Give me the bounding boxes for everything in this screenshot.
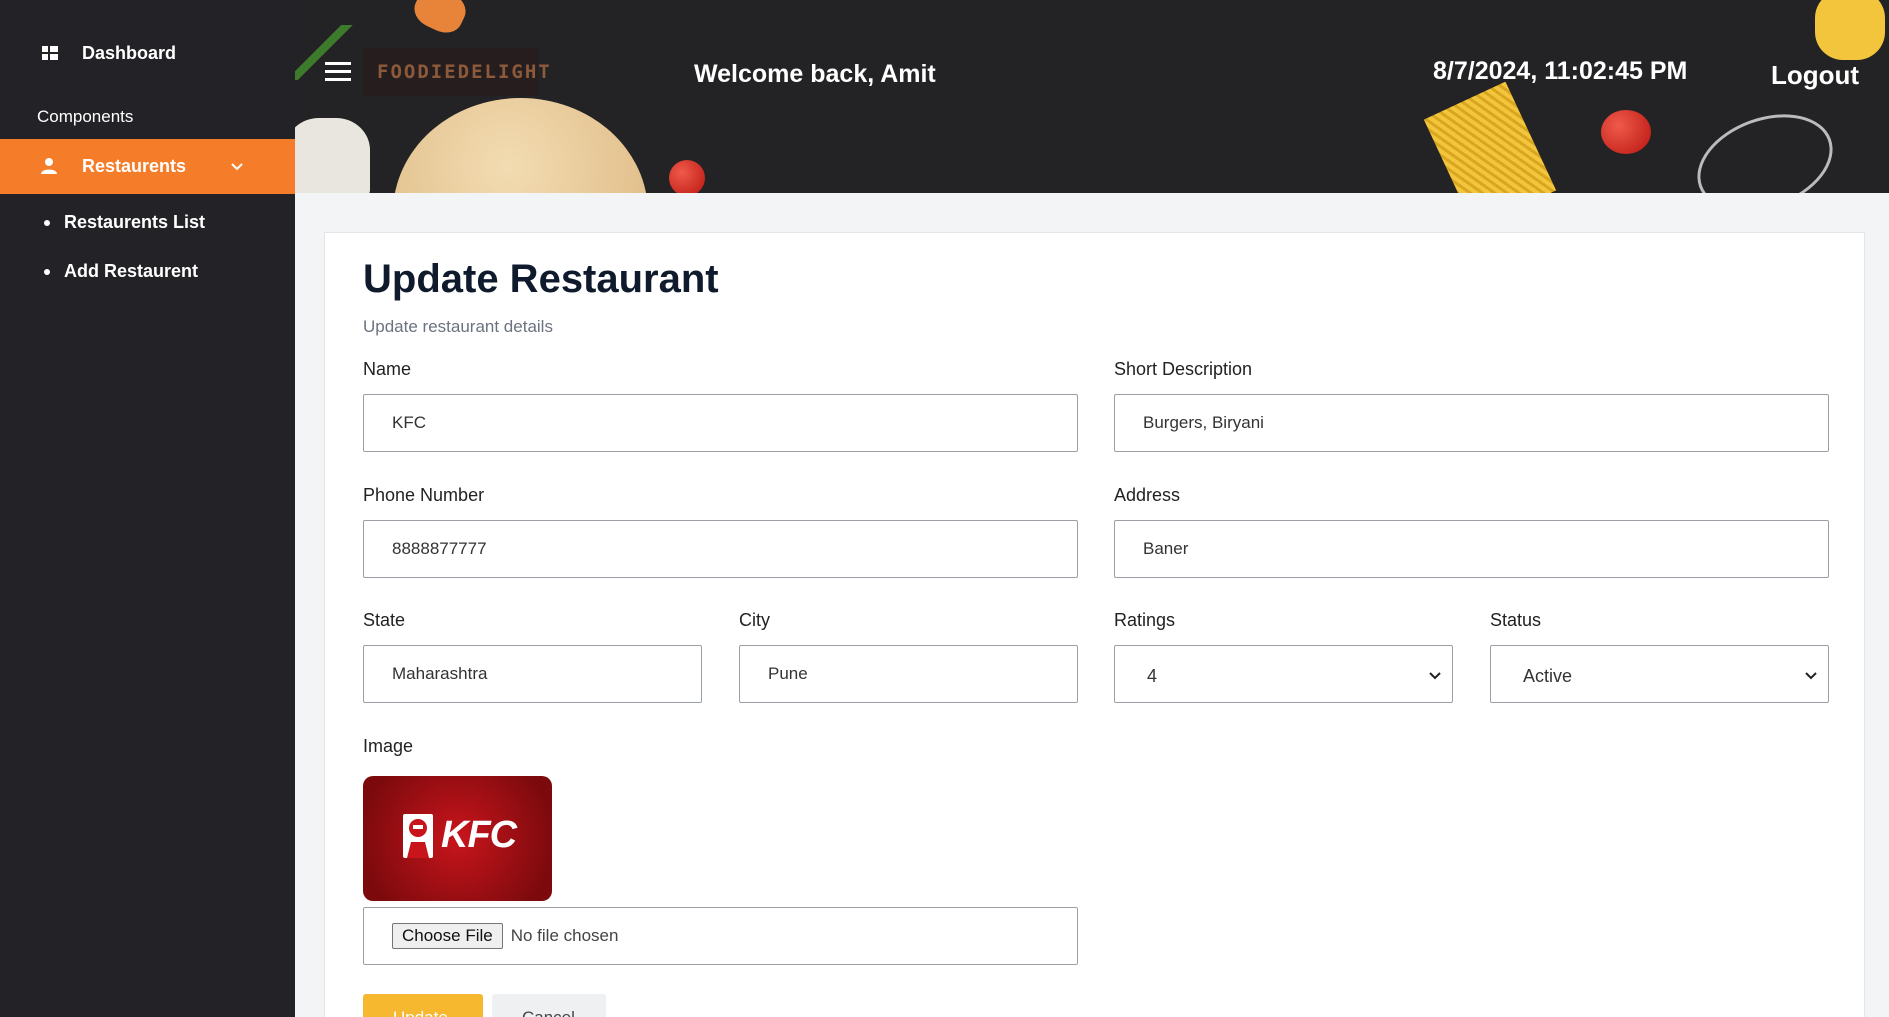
tomato-decoration xyxy=(669,160,705,193)
choose-file-button[interactable]: Choose File xyxy=(392,923,503,949)
chevron-down-icon xyxy=(1805,672,1817,680)
city-input[interactable]: Pune xyxy=(739,645,1078,703)
welcome-message: Welcome back, Amit xyxy=(694,60,936,88)
sidebar-item-label: Restaurents xyxy=(82,156,187,176)
sidebar-subitem-label: Add Restaurent xyxy=(64,261,199,281)
spaghetti-decoration xyxy=(1423,81,1557,193)
milk-decoration xyxy=(295,118,370,193)
top-header: FOODIEDELIGHT Welcome back, Amit 8/7/202… xyxy=(295,0,1889,193)
sidebar: Dashboard Components Restaurents Restaur… xyxy=(0,0,295,1017)
short-description-label: Short Description xyxy=(1114,359,1253,379)
hamburger-menu-icon[interactable] xyxy=(325,62,351,82)
dashboard-icon xyxy=(42,46,58,60)
image-file-input[interactable]: Choose File No file chosen xyxy=(363,907,1078,965)
kfc-logo-text: KFC xyxy=(441,814,517,856)
address-label: Address xyxy=(1114,485,1181,505)
user-icon xyxy=(41,158,57,174)
chevron-down-icon xyxy=(231,163,243,171)
pasta-decoration xyxy=(1815,0,1885,60)
kfc-colonel-logo xyxy=(403,814,433,858)
update-button[interactable]: Update xyxy=(363,994,483,1017)
name-label: Name xyxy=(363,359,412,379)
state-label: State xyxy=(363,610,406,630)
brand-name: FOODIEDELIGHT xyxy=(377,61,552,83)
short-description-input[interactable]: Burgers, Biryani xyxy=(1114,394,1829,452)
dough-decoration xyxy=(393,98,648,193)
sidebar-item-restaurants-list[interactable]: Restaurents List xyxy=(44,212,205,233)
phone-input[interactable]: 8888877777 xyxy=(363,520,1078,578)
sidebar-item-restaurants[interactable]: Restaurents xyxy=(0,139,295,194)
state-input[interactable]: Maharashtra xyxy=(363,645,702,703)
sidebar-section-heading: Components xyxy=(37,107,134,126)
image-label: Image xyxy=(363,736,414,756)
page-subtitle: Update restaurant details xyxy=(363,317,553,336)
whisk-decoration xyxy=(1683,96,1847,193)
chevron-down-icon xyxy=(1429,672,1441,680)
ratings-select[interactable]: 4 xyxy=(1114,645,1453,703)
update-restaurant-card: Update Restaurant Update restaurant deta… xyxy=(324,232,1865,1017)
bullet-icon xyxy=(44,268,50,275)
ratings-value: 4 xyxy=(1147,665,1158,686)
status-select[interactable]: Active xyxy=(1490,645,1829,703)
tomato-decoration xyxy=(1601,110,1651,154)
status-value: Active xyxy=(1523,665,1573,686)
cancel-button[interactable]: Cancel xyxy=(492,994,606,1017)
file-status-text: No file chosen xyxy=(510,926,619,945)
phone-label: Phone Number xyxy=(363,485,485,505)
sidebar-item-dashboard[interactable]: Dashboard xyxy=(0,30,295,76)
city-label: City xyxy=(739,610,770,630)
restaurant-image-preview: KFC xyxy=(363,776,552,901)
name-input[interactable]: KFC xyxy=(363,394,1078,452)
pasta-decoration xyxy=(408,0,472,39)
ratings-label: Ratings xyxy=(1114,610,1176,630)
bullet-icon xyxy=(44,219,50,226)
address-input[interactable]: Baner xyxy=(1114,520,1829,578)
page-title: Update Restaurant xyxy=(363,257,719,301)
status-label: Status xyxy=(1490,610,1542,630)
current-datetime: 8/7/2024, 11:02:45 PM xyxy=(1433,57,1688,85)
sidebar-item-label: Dashboard xyxy=(82,42,177,63)
sidebar-subitem-label: Restaurents List xyxy=(64,212,206,232)
sidebar-item-add-restaurant[interactable]: Add Restaurent xyxy=(44,261,198,282)
brand-logo: FOODIEDELIGHT xyxy=(363,48,550,96)
logout-button[interactable]: Logout xyxy=(1771,60,1859,91)
